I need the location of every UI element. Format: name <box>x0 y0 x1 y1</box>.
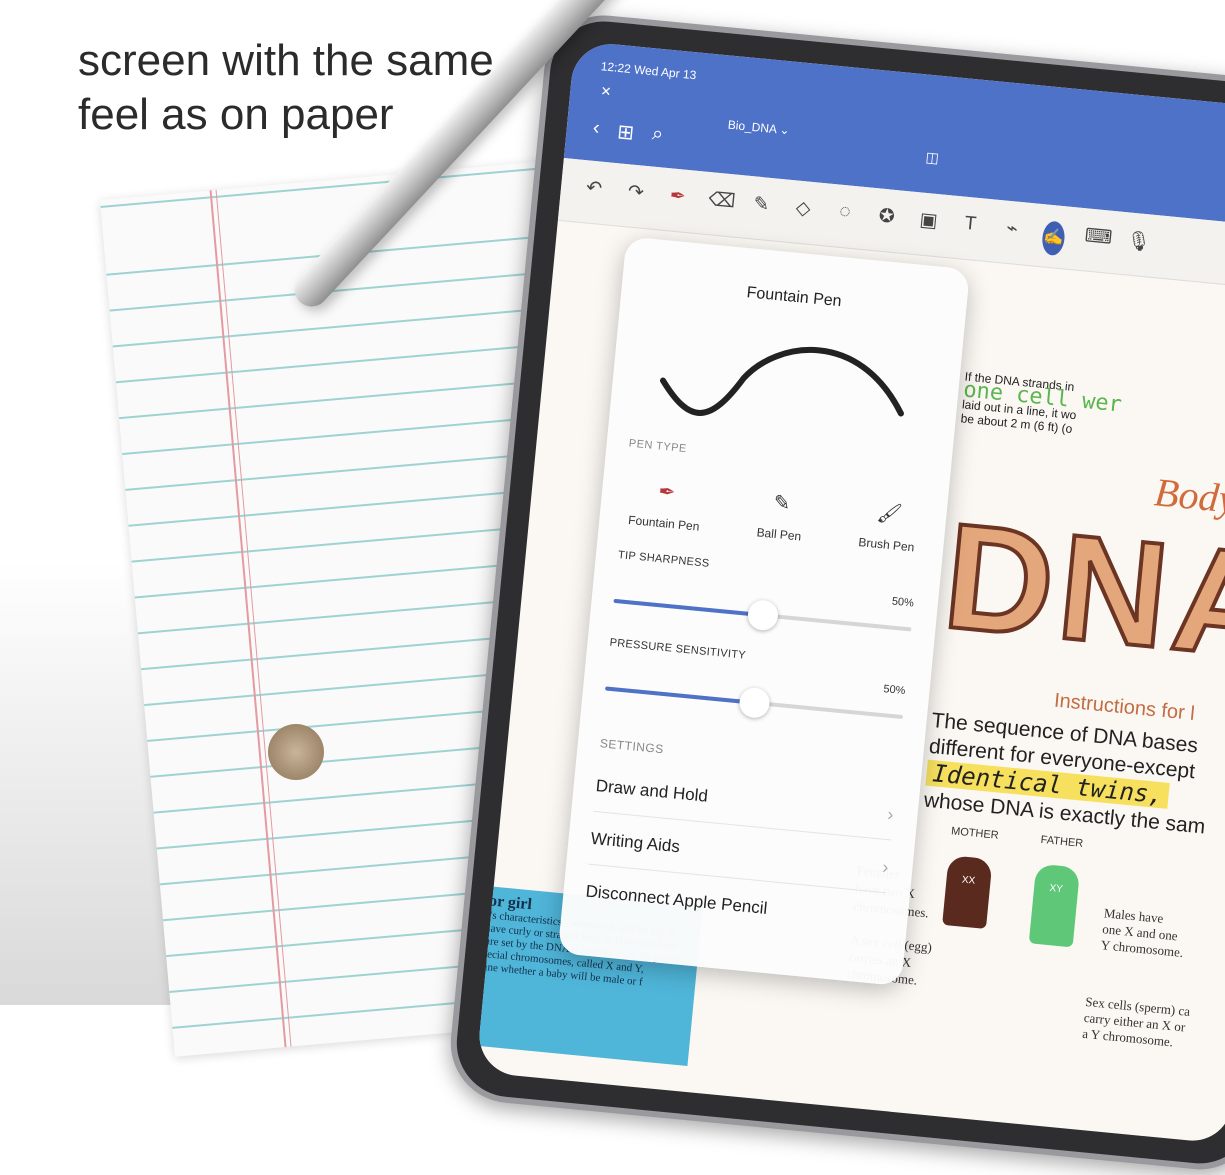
pen-option-label: Fountain Pen <box>627 512 701 534</box>
handwritten-fact: If the DNA strands in one cell wer laid … <box>960 369 1124 440</box>
status-bar: 12:22 Wed Apr 13 <box>600 59 697 82</box>
slider-fill <box>605 686 755 705</box>
slider-fill <box>613 598 763 618</box>
headline-line-2: feel as on paper <box>78 90 394 139</box>
search-icon[interactable]: ⌕ <box>651 122 664 148</box>
ipad-screen: 12:22 Wed Apr 13 ✕ Bio_DNA ⌄ ‹ ⊞ ⌕ ◫ ↶ ↷… <box>475 40 1225 1145</box>
pen-option-brush[interactable]: 🖌 Brush Pen <box>857 498 919 555</box>
father-label: FATHER <box>1040 833 1084 850</box>
chevron-right-icon: › <box>881 856 890 877</box>
ball-pen-icon: ✎ <box>772 491 792 516</box>
settings-label: SETTINGS <box>599 736 665 757</box>
laser-pointer-icon[interactable]: ⌁ <box>999 216 1024 252</box>
pen-option-ball[interactable]: ✎ Ball Pen <box>756 488 805 544</box>
nav-icons: ‹ ⊞ ⌕ <box>592 117 664 149</box>
image-icon[interactable]: ▣ <box>915 208 940 244</box>
pen-type-label: PEN TYPE <box>628 437 688 456</box>
fountain-pen-icon: ✒ <box>657 480 677 505</box>
tip-sharpness-slider[interactable] <box>613 598 912 632</box>
microphone-icon[interactable]: 🎙 <box>1124 228 1152 264</box>
tip-sharpness-value: 50% <box>891 595 915 610</box>
keyboard-icon[interactable]: ⌨ <box>1083 224 1113 260</box>
popover-title: Fountain Pen <box>745 284 843 311</box>
pen-option-fountain[interactable]: ✒ Fountain Pen <box>628 476 704 534</box>
males-caption: Males have one X and one Y chromosome. <box>1100 905 1187 961</box>
back-icon[interactable]: ‹ <box>592 117 601 143</box>
stroke-preview <box>660 346 904 417</box>
sequence-text: The sequence of DNA bases different for … <box>923 708 1214 841</box>
paper-margin-line <box>215 189 292 1047</box>
headline: screen with the same feel as on paper <box>78 0 494 142</box>
pen-tool-icon[interactable]: ✒ <box>665 184 690 220</box>
status-date: Wed Apr 13 <box>633 62 697 83</box>
brush-pen-icon: 🖌 <box>875 501 904 527</box>
slider-knob[interactable] <box>746 598 779 632</box>
tip-sharpness-label: TIP SHARPNESS <box>617 549 710 570</box>
pressure-sensitivity-value: 50% <box>882 683 906 698</box>
headline-line-1: screen with the same <box>78 36 494 85</box>
slider-knob[interactable] <box>737 686 771 720</box>
fountain-pen-popover: Fountain Pen PEN TYPE ✒ Fountain Pen ✎ B… <box>557 236 971 987</box>
mother-chromosome-label: XX <box>961 874 976 887</box>
eraser-icon[interactable]: ⌫ <box>706 188 737 224</box>
grid-icon[interactable]: ⊞ <box>616 119 635 145</box>
dna-heading: DNA <box>936 489 1225 693</box>
row-label: Draw and Hold <box>594 776 709 806</box>
close-icon[interactable]: ✕ <box>600 83 612 100</box>
pen-option-label: Ball Pen <box>756 525 802 544</box>
pressure-sensitivity-label: PRESSURE SENSITIVITY <box>609 636 747 662</box>
reading-mode-icon[interactable]: ◫ <box>925 149 940 167</box>
undo-icon[interactable]: ↶ <box>581 176 606 212</box>
mother-label: MOTHER <box>950 825 1000 842</box>
row-label: Writing Aids <box>589 828 681 857</box>
shapes-icon[interactable]: ◇ <box>790 196 815 232</box>
handwriting-mode-button[interactable]: ✍ <box>1040 220 1067 257</box>
pressure-sensitivity-slider[interactable] <box>605 686 904 720</box>
pen-option-label: Brush Pen <box>857 535 915 555</box>
paper-margin-line <box>209 190 287 1048</box>
stylus-tip <box>268 724 324 780</box>
redo-icon[interactable]: ↷ <box>623 180 648 216</box>
highlighter-icon[interactable]: ✎ <box>748 192 773 228</box>
sticker-icon[interactable]: ✪ <box>874 204 899 240</box>
father-chromosome-label: XY <box>1048 882 1064 896</box>
mother-figure: XX <box>942 855 993 930</box>
lasso-icon[interactable]: ◌ <box>832 200 857 236</box>
instructions-heading: Instructions for l <box>1053 689 1196 725</box>
father-figure: XY <box>1028 863 1081 948</box>
status-time: 12:22 <box>600 59 632 76</box>
chevron-right-icon: › <box>886 803 895 825</box>
pen-type-list: ✒ Fountain Pen ✎ Ball Pen 🖌 Brush Pen <box>599 473 947 557</box>
text-icon[interactable]: T <box>957 212 982 248</box>
document-title[interactable]: Bio_DNA ⌄ <box>727 118 790 138</box>
sperm-caption: Sex cells (sperm) ca carry either an X o… <box>1082 994 1191 1052</box>
row-label: Disconnect Apple Pencil <box>584 881 769 918</box>
ipad-device: 12:22 Wed Apr 13 ✕ Bio_DNA ⌄ ‹ ⊞ ⌕ ◫ ↶ ↷… <box>445 10 1225 1175</box>
